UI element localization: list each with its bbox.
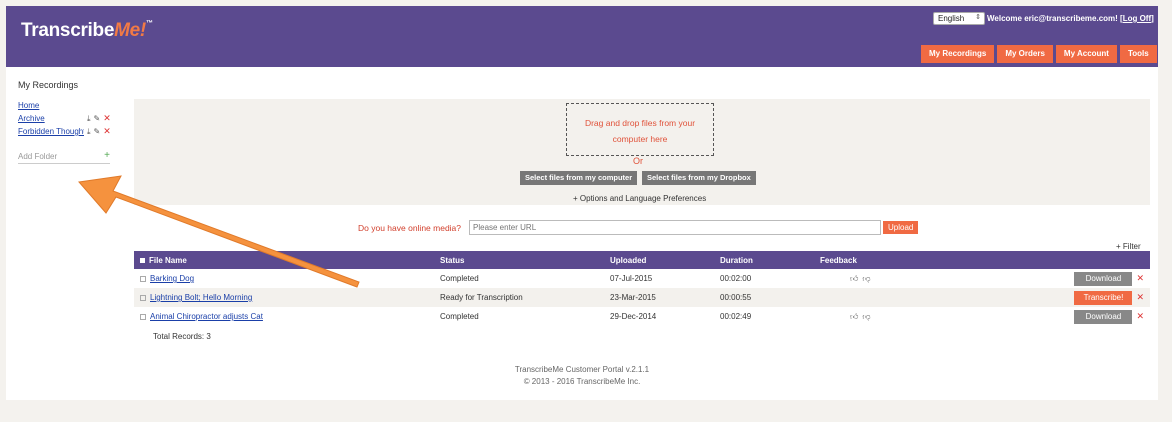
thumbs-up-icon[interactable]: 👍︎ xyxy=(850,312,858,321)
edit-icon[interactable]: ✎ xyxy=(94,127,101,136)
logo-accent: Me! xyxy=(114,20,146,41)
uploaded-cell: 29-Dec-2014 xyxy=(610,312,657,321)
logo-trademark: ™ xyxy=(145,20,153,27)
footer-version: TranscribeMe Customer Portal v.2.1.1 xyxy=(514,365,650,374)
uploaded-cell: 23-Mar-2015 xyxy=(610,293,656,302)
actions-cell: Download ✕ xyxy=(1044,269,1150,288)
folder-link-archive[interactable]: Archive xyxy=(18,114,84,123)
welcome-end: ] xyxy=(1151,14,1154,23)
language-value: English xyxy=(938,14,965,23)
header: TranscribeMe!™ English ⇕ Welcome eric@tr… xyxy=(6,6,1158,67)
col-actions xyxy=(1044,251,1150,269)
footer-copyright: © 2013 - 2016 TranscribeMe Inc. xyxy=(523,377,641,386)
folder-item-home: Home xyxy=(18,99,114,112)
thumbs-down-icon[interactable]: 👎︎ xyxy=(862,274,870,283)
online-media-label: Do you have online media? xyxy=(358,223,462,233)
feedback-cell: 👍︎ 👎︎ xyxy=(814,307,1044,326)
file-name-cell: Barking Dog xyxy=(134,269,434,288)
sidebar: My Recordings Home Archive ⤓ ✎ ✕ Forbidd… xyxy=(18,80,123,164)
col-file-name-label: File Name xyxy=(149,255,187,265)
actions-cell: Transcribe! ✕ xyxy=(1044,288,1150,307)
logo[interactable]: TranscribeMe!™ xyxy=(21,20,153,42)
nav-my-recordings[interactable]: My Recordings xyxy=(921,45,995,63)
delete-icon[interactable]: ✕ xyxy=(103,126,111,137)
feedback-cell xyxy=(814,288,1044,307)
select-dropbox-button[interactable]: Select files from my Dropbox xyxy=(642,171,756,185)
url-input[interactable] xyxy=(469,220,881,235)
status-cell: Completed xyxy=(440,274,479,283)
thumbs-up-icon[interactable]: 👍︎ xyxy=(850,274,858,283)
col-uploaded[interactable]: Uploaded xyxy=(604,251,714,269)
delete-icon[interactable]: ✕ xyxy=(1136,292,1144,302)
edit-icon[interactable]: ✎ xyxy=(94,114,101,123)
upload-button[interactable]: Upload xyxy=(883,221,919,234)
or-text: Or xyxy=(633,156,643,166)
add-folder-placeholder: Add Folder xyxy=(18,152,58,161)
download-icon[interactable]: ⤓ xyxy=(87,127,91,137)
welcome-text: Welcome eric@transcribeme.com! [ xyxy=(987,14,1123,23)
logo-main: Transcribe xyxy=(21,20,115,41)
thumbs-down-icon[interactable]: 👎︎ xyxy=(862,312,870,321)
status-cell: Completed xyxy=(440,312,479,321)
nav-my-account[interactable]: My Account xyxy=(1055,45,1117,63)
total-records: Total Records: 3 xyxy=(153,332,211,341)
sidebar-title: My Recordings xyxy=(18,80,79,90)
download-button[interactable]: Download xyxy=(1074,309,1133,324)
nav-my-orders[interactable]: My Orders xyxy=(997,45,1053,63)
row-checkbox[interactable] xyxy=(140,275,146,282)
duration-cell: 00:00:55 xyxy=(720,293,752,302)
download-icon[interactable]: ⤓ xyxy=(87,114,91,124)
logout-link[interactable]: Log Off xyxy=(1123,14,1151,23)
feedback-cell: 👍︎ 👎︎ xyxy=(814,269,1044,288)
folder-link-home[interactable]: Home xyxy=(18,101,84,110)
duration-cell: 00:02:00 xyxy=(720,274,752,283)
col-status[interactable]: Status xyxy=(434,251,604,269)
col-duration[interactable]: Duration xyxy=(714,251,814,269)
row-checkbox[interactable] xyxy=(140,313,146,320)
col-file-name[interactable]: File Name xyxy=(134,251,434,269)
col-feedback: Feedback xyxy=(820,255,857,265)
uploaded-cell: 07-Jul-2015 xyxy=(610,274,653,283)
folder-item-forbidden-thoughts: Forbidden Thoughts ⤓ ✎ ✕ xyxy=(18,125,114,138)
delete-icon[interactable]: ✕ xyxy=(1136,311,1144,321)
folder-item-archive: Archive ⤓ ✎ ✕ xyxy=(18,112,114,125)
delete-icon[interactable]: ✕ xyxy=(103,113,111,124)
file-name-cell: Animal Chiropractor adjusts Cat xyxy=(134,307,434,326)
upload-area: Drag and drop files from your computer h… xyxy=(134,99,1150,205)
transcribe-button[interactable]: Transcribe! xyxy=(1074,290,1133,305)
table-row: Lightning Bolt; Hello Morning Ready for … xyxy=(134,288,1150,307)
table-row: Barking Dog Completed 07-Jul-2015 00:02:… xyxy=(134,269,1150,288)
select-computer-button[interactable]: Select files from my computer xyxy=(520,171,638,185)
file-link[interactable]: Animal Chiropractor adjusts Cat xyxy=(150,312,263,321)
language-select[interactable]: English ⇕ xyxy=(933,12,985,25)
actions-cell: Download ✕ xyxy=(1044,307,1150,326)
add-folder-input[interactable]: Add Folder + xyxy=(18,150,110,164)
footer: TranscribeMe Customer Portal v.2.1.1 © 2… xyxy=(6,364,1158,388)
plus-icon[interactable]: + xyxy=(104,150,110,161)
status-cell: Ready for Transcription xyxy=(440,293,523,302)
delete-icon[interactable]: ✕ xyxy=(1136,273,1144,283)
file-link[interactable]: Barking Dog xyxy=(150,274,194,283)
file-name-cell: Lightning Bolt; Hello Morning xyxy=(134,288,434,307)
select-all-checkbox[interactable] xyxy=(140,257,145,263)
nav-tools[interactable]: Tools xyxy=(1119,45,1157,63)
app-frame: TranscribeMe!™ English ⇕ Welcome eric@tr… xyxy=(6,6,1158,400)
table-header: File Name Status Uploaded Duration Feedb… xyxy=(134,251,1150,269)
recordings-table: File Name Status Uploaded Duration Feedb… xyxy=(134,251,1150,326)
options-link[interactable]: + Options and Language Preferences xyxy=(573,194,706,203)
select-arrows-icon: ⇕ xyxy=(975,14,981,21)
main-nav: My Recordings My Orders My Account Tools xyxy=(921,45,1157,63)
file-link[interactable]: Lightning Bolt; Hello Morning xyxy=(150,293,252,302)
filter-link[interactable]: + Filter xyxy=(1116,242,1141,251)
drop-zone[interactable]: Drag and drop files from your computer h… xyxy=(566,103,714,156)
row-checkbox[interactable] xyxy=(140,294,146,301)
table-row: Animal Chiropractor adjusts Cat Complete… xyxy=(134,307,1150,326)
download-button[interactable]: Download xyxy=(1074,271,1133,286)
duration-cell: 00:02:49 xyxy=(720,312,752,321)
folder-link-forbidden-thoughts[interactable]: Forbidden Thoughts xyxy=(18,127,84,136)
welcome-message: Welcome eric@transcribeme.com! [Log Off] xyxy=(987,14,1154,23)
